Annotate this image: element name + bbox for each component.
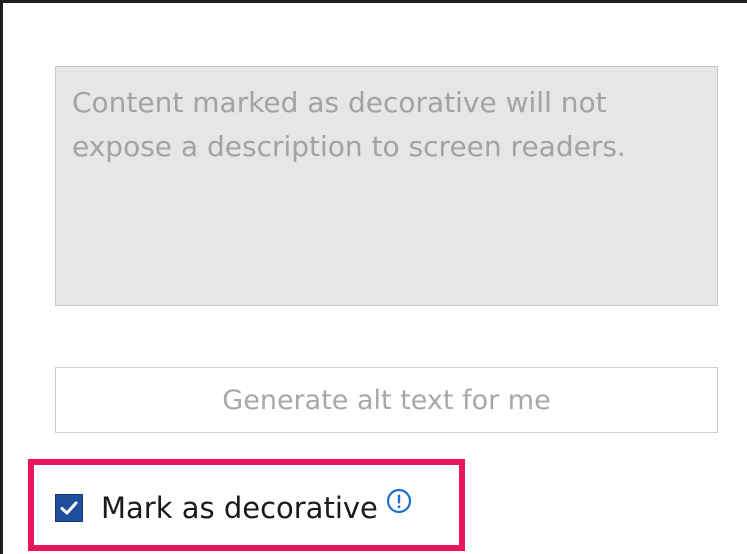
alt-text-pane: Content marked as decorative will not ex… bbox=[0, 0, 747, 554]
generate-alt-text-label: Generate alt text for me bbox=[222, 384, 551, 416]
checkmark-icon bbox=[60, 501, 78, 515]
alt-text-description-box[interactable]: Content marked as decorative will not ex… bbox=[55, 66, 718, 306]
mark-as-decorative-row[interactable]: Mark as decorative bbox=[55, 488, 412, 528]
info-circle-icon[interactable] bbox=[386, 488, 412, 514]
mark-as-decorative-checkbox[interactable] bbox=[55, 494, 83, 522]
generate-alt-text-button[interactable]: Generate alt text for me bbox=[55, 367, 718, 433]
mark-as-decorative-label: Mark as decorative bbox=[101, 491, 378, 525]
